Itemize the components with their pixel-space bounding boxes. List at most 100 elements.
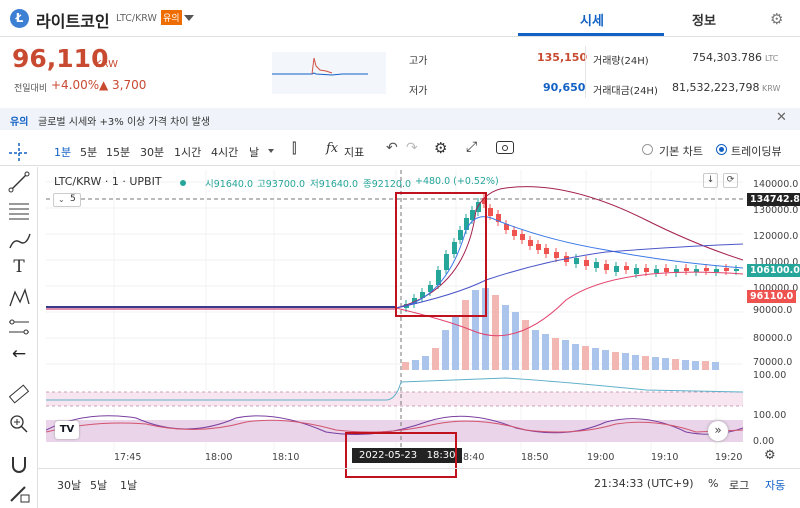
- crosshair-price-tag: 134742.8: [747, 193, 800, 206]
- interval-day[interactable]: 날: [249, 144, 259, 160]
- interval-15m[interactable]: 15분: [106, 144, 130, 160]
- pencil-lock-icon[interactable]: [4, 481, 34, 505]
- volume-bar: [622, 353, 629, 370]
- tab-info[interactable]: 정보: [692, 10, 716, 29]
- volume-bar: [502, 305, 509, 370]
- chevron-down-icon[interactable]: [184, 15, 194, 21]
- volume-bar: [532, 330, 539, 370]
- zoom-in-icon[interactable]: [4, 411, 34, 435]
- candle-body: [694, 269, 699, 272]
- candle-body: [528, 240, 533, 246]
- volume-bar: [652, 357, 659, 370]
- chart-settings-gear-icon[interactable]: ⚙: [764, 448, 776, 463]
- scroll-right-button[interactable]: »: [708, 421, 728, 441]
- bb-lower: [395, 271, 743, 337]
- legend-low: 저91640.0: [310, 179, 359, 190]
- settings-gear-icon[interactable]: ⚙: [434, 139, 447, 157]
- undo-icon[interactable]: ↶: [386, 140, 398, 156]
- notice-text: 글로벌 시세와 +3% 이상 가격 차이 발생: [38, 117, 211, 128]
- candlestick-icon[interactable]: ⫿: [292, 141, 296, 157]
- prediction-icon[interactable]: [4, 315, 34, 339]
- volume-value: 754,303.786: [692, 51, 762, 64]
- crosshair-icon[interactable]: [4, 141, 34, 165]
- legend-change: +480.0 (+0.52%): [415, 176, 499, 187]
- price-chart[interactable]: [46, 170, 743, 466]
- tradingview-logo[interactable]: TV: [55, 421, 79, 439]
- interval-4h[interactable]: 4시간: [211, 144, 238, 160]
- ruler-icon[interactable]: [4, 382, 34, 406]
- legend-collapse-count: 5: [70, 194, 76, 204]
- log-toggle[interactable]: 로그: [729, 477, 749, 493]
- candle-body: [444, 254, 449, 270]
- volume-bar: [542, 334, 549, 370]
- time-tick: 17:45: [114, 452, 142, 463]
- volume-bar: [692, 361, 699, 370]
- close-icon[interactable]: ✕: [776, 110, 787, 125]
- volume-bar: [522, 320, 529, 370]
- legend-collapse-button[interactable]: ⌄ 5: [53, 193, 81, 207]
- tab-price[interactable]: 시세: [580, 10, 604, 29]
- basic-chart-label[interactable]: 기본 차트: [659, 143, 703, 159]
- text-icon[interactable]: T: [4, 257, 34, 281]
- magnet-icon[interactable]: [4, 452, 34, 476]
- legend-open: 시91640.0: [205, 179, 254, 190]
- volume-bar: [662, 358, 669, 370]
- osc-tick: 0.00: [753, 436, 775, 447]
- range-5d[interactable]: 5날: [90, 477, 107, 493]
- mini-price-chart: [272, 52, 386, 94]
- high-value: 135,150: [537, 51, 588, 64]
- volume-bar: [432, 348, 439, 370]
- gear-icon[interactable]: ⚙: [770, 10, 783, 28]
- candle-body: [594, 262, 599, 268]
- fullscreen-icon[interactable]: ⤢: [466, 139, 477, 155]
- candle-body: [714, 269, 719, 272]
- fx-icon[interactable]: fx: [326, 141, 338, 156]
- arrow-left-icon[interactable]: ←: [4, 344, 34, 368]
- coin-name: 라이트코인: [36, 12, 110, 31]
- tradingview-label[interactable]: 트레이딩뷰: [731, 143, 782, 159]
- legend-dot: [180, 180, 186, 186]
- osc-tick: 100.00: [753, 370, 787, 381]
- volume-bar: [582, 346, 589, 370]
- current-price: 96,110: [12, 44, 109, 73]
- chevron-down-icon[interactable]: [268, 149, 274, 153]
- auto-toggle[interactable]: 자동: [765, 477, 785, 493]
- amount-value: 81,532,223,798: [672, 81, 760, 94]
- change-abs: ▲ 3,700: [99, 78, 147, 92]
- candle-body: [684, 268, 689, 271]
- bb-upper: [395, 186, 743, 309]
- legend-symbol: LTC/KRW · 1 · UPBIT: [54, 175, 162, 188]
- indicators-button[interactable]: 지표: [344, 144, 364, 160]
- interval-30m[interactable]: 30분: [140, 144, 164, 160]
- interval-1h[interactable]: 1시간: [174, 144, 201, 160]
- pattern-icon[interactable]: [4, 286, 34, 310]
- volume-bar: [682, 360, 689, 370]
- volume-bar: [712, 362, 719, 370]
- range-1d[interactable]: 1날: [120, 477, 137, 493]
- footer-divider: [38, 468, 800, 469]
- candle-body: [654, 269, 659, 273]
- price-tick: 140000.0: [753, 179, 799, 190]
- amount-label: 거래대금(24H): [593, 86, 658, 97]
- candle-body: [520, 234, 525, 240]
- trendline-icon[interactable]: [4, 170, 34, 194]
- volume-bar: [672, 359, 679, 370]
- price-tick: 80000.0: [753, 333, 793, 344]
- redo-icon[interactable]: ↷: [406, 140, 418, 156]
- header-divider: [0, 36, 800, 37]
- volume-bar: [602, 350, 609, 370]
- app-root: Ł 라이트코인 LTC/KRW 유의 시세 정보 ⚙ 96,110 KRW 전일…: [0, 0, 800, 508]
- chart-area[interactable]: [46, 170, 743, 466]
- interval-5m[interactable]: 5분: [80, 144, 97, 160]
- percent-toggle[interactable]: %: [708, 477, 718, 490]
- radio-basic-chart[interactable]: [642, 144, 653, 155]
- interval-1m[interactable]: 1분: [54, 144, 71, 160]
- low-value: 90,650: [543, 81, 586, 94]
- scroll-down-button[interactable]: ↓: [703, 173, 718, 188]
- fib-icon[interactable]: [4, 199, 34, 223]
- range-30d[interactable]: 30날: [57, 477, 81, 493]
- brush-icon[interactable]: [4, 228, 34, 252]
- volume-bar: [482, 288, 489, 370]
- candle-body: [584, 260, 589, 266]
- refresh-icon[interactable]: ⟳: [723, 173, 738, 188]
